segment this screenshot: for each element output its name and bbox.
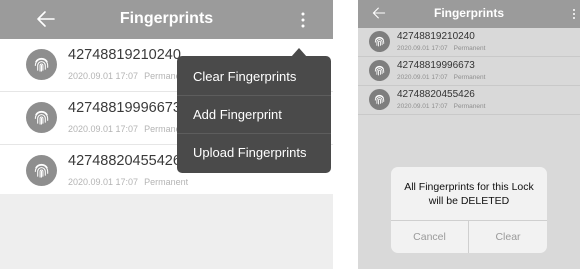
fingerprint-icon xyxy=(26,49,57,80)
clear-fingerprints-menu-item[interactable]: Clear Fingerprints xyxy=(177,58,331,96)
fingerprint-date: 2020.09.01 17:07 xyxy=(397,103,448,110)
left-screen: Fingerprints 42748819210240 2020.09.01 1… xyxy=(0,0,333,269)
upload-fingerprints-menu-item[interactable]: Upload Fingerprints xyxy=(177,134,331,172)
dialog-message: All Fingerprints for this Lock will be D… xyxy=(391,180,547,208)
fingerprint-date: 2020.09.01 17:07 xyxy=(397,45,448,52)
fingerprint-icon xyxy=(369,31,390,52)
fingerprint-date: 2020.09.01 17:07 xyxy=(397,74,448,81)
fingerprint-date: 2020.09.01 17:07 xyxy=(68,124,139,134)
fingerprint-number: 42748819210240 xyxy=(397,31,475,42)
list-item[interactable]: 42748820455426 2020.09.01 17:07 Permanent xyxy=(358,86,580,115)
page-title: Fingerprints xyxy=(119,10,214,27)
fingerprint-number: 42748820455426 xyxy=(397,89,475,100)
fingerprint-date: 2020.09.01 17:07 xyxy=(68,177,139,187)
fingerprint-validity: Permanent xyxy=(453,45,486,52)
options-menu: Clear Fingerprints Add Fingerprint Uploa… xyxy=(177,56,331,173)
header-bar: Fingerprints xyxy=(0,0,333,39)
more-vertical-icon[interactable] xyxy=(300,12,306,33)
page-title: Fingerprints xyxy=(433,6,504,20)
clear-button[interactable]: Clear xyxy=(469,221,547,253)
fingerprint-meta: 2020.09.01 17:07 Permanent xyxy=(68,177,188,187)
right-screen: Fingerprints 42748819210240 2020.09.01 1… xyxy=(358,0,580,269)
fingerprint-meta: 2020.09.01 17:07 Permanent xyxy=(397,103,485,110)
fingerprint-validity: Permanent xyxy=(453,103,486,110)
fingerprint-meta: 2020.09.01 17:07 Permanent xyxy=(68,124,188,134)
fingerprint-meta: 2020.09.01 17:07 Permanent xyxy=(68,71,188,81)
fingerprint-number: 42748819996673 xyxy=(68,100,181,116)
fingerprint-meta: 2020.09.01 17:07 Permanent xyxy=(397,74,485,81)
empty-area xyxy=(0,194,333,269)
fingerprint-meta: 2020.09.01 17:07 Permanent xyxy=(397,45,485,52)
fingerprint-number: 42748819996673 xyxy=(397,60,475,71)
fingerprint-validity: Permanent xyxy=(453,74,486,81)
fingerprint-date: 2020.09.01 17:07 xyxy=(68,71,139,81)
more-vertical-icon[interactable] xyxy=(572,7,576,25)
fingerprint-icon xyxy=(369,60,390,81)
cancel-button[interactable]: Cancel xyxy=(391,221,469,253)
fingerprint-icon xyxy=(26,102,57,133)
list-item[interactable]: 42748819210240 2020.09.01 17:07 Permanent xyxy=(358,28,580,57)
dialog-message-line2: will be DELETED xyxy=(428,195,510,207)
fingerprint-icon xyxy=(26,155,57,186)
confirm-clear-dialog: All Fingerprints for this Lock will be D… xyxy=(391,167,547,253)
fingerprint-icon xyxy=(369,89,390,110)
list-item[interactable]: 42748819996673 2020.09.01 17:07 Permanent xyxy=(358,57,580,86)
fingerprint-validity: Permanent xyxy=(144,177,189,187)
fingerprint-number: 42748819210240 xyxy=(68,47,181,63)
dialog-buttons: Cancel Clear xyxy=(391,220,547,253)
dialog-message-line1: All Fingerprints for this Lock xyxy=(404,181,534,193)
add-fingerprint-menu-item[interactable]: Add Fingerprint xyxy=(177,96,331,134)
fingerprint-number: 42748820455426 xyxy=(68,153,181,169)
header-bar: Fingerprints xyxy=(358,0,580,28)
